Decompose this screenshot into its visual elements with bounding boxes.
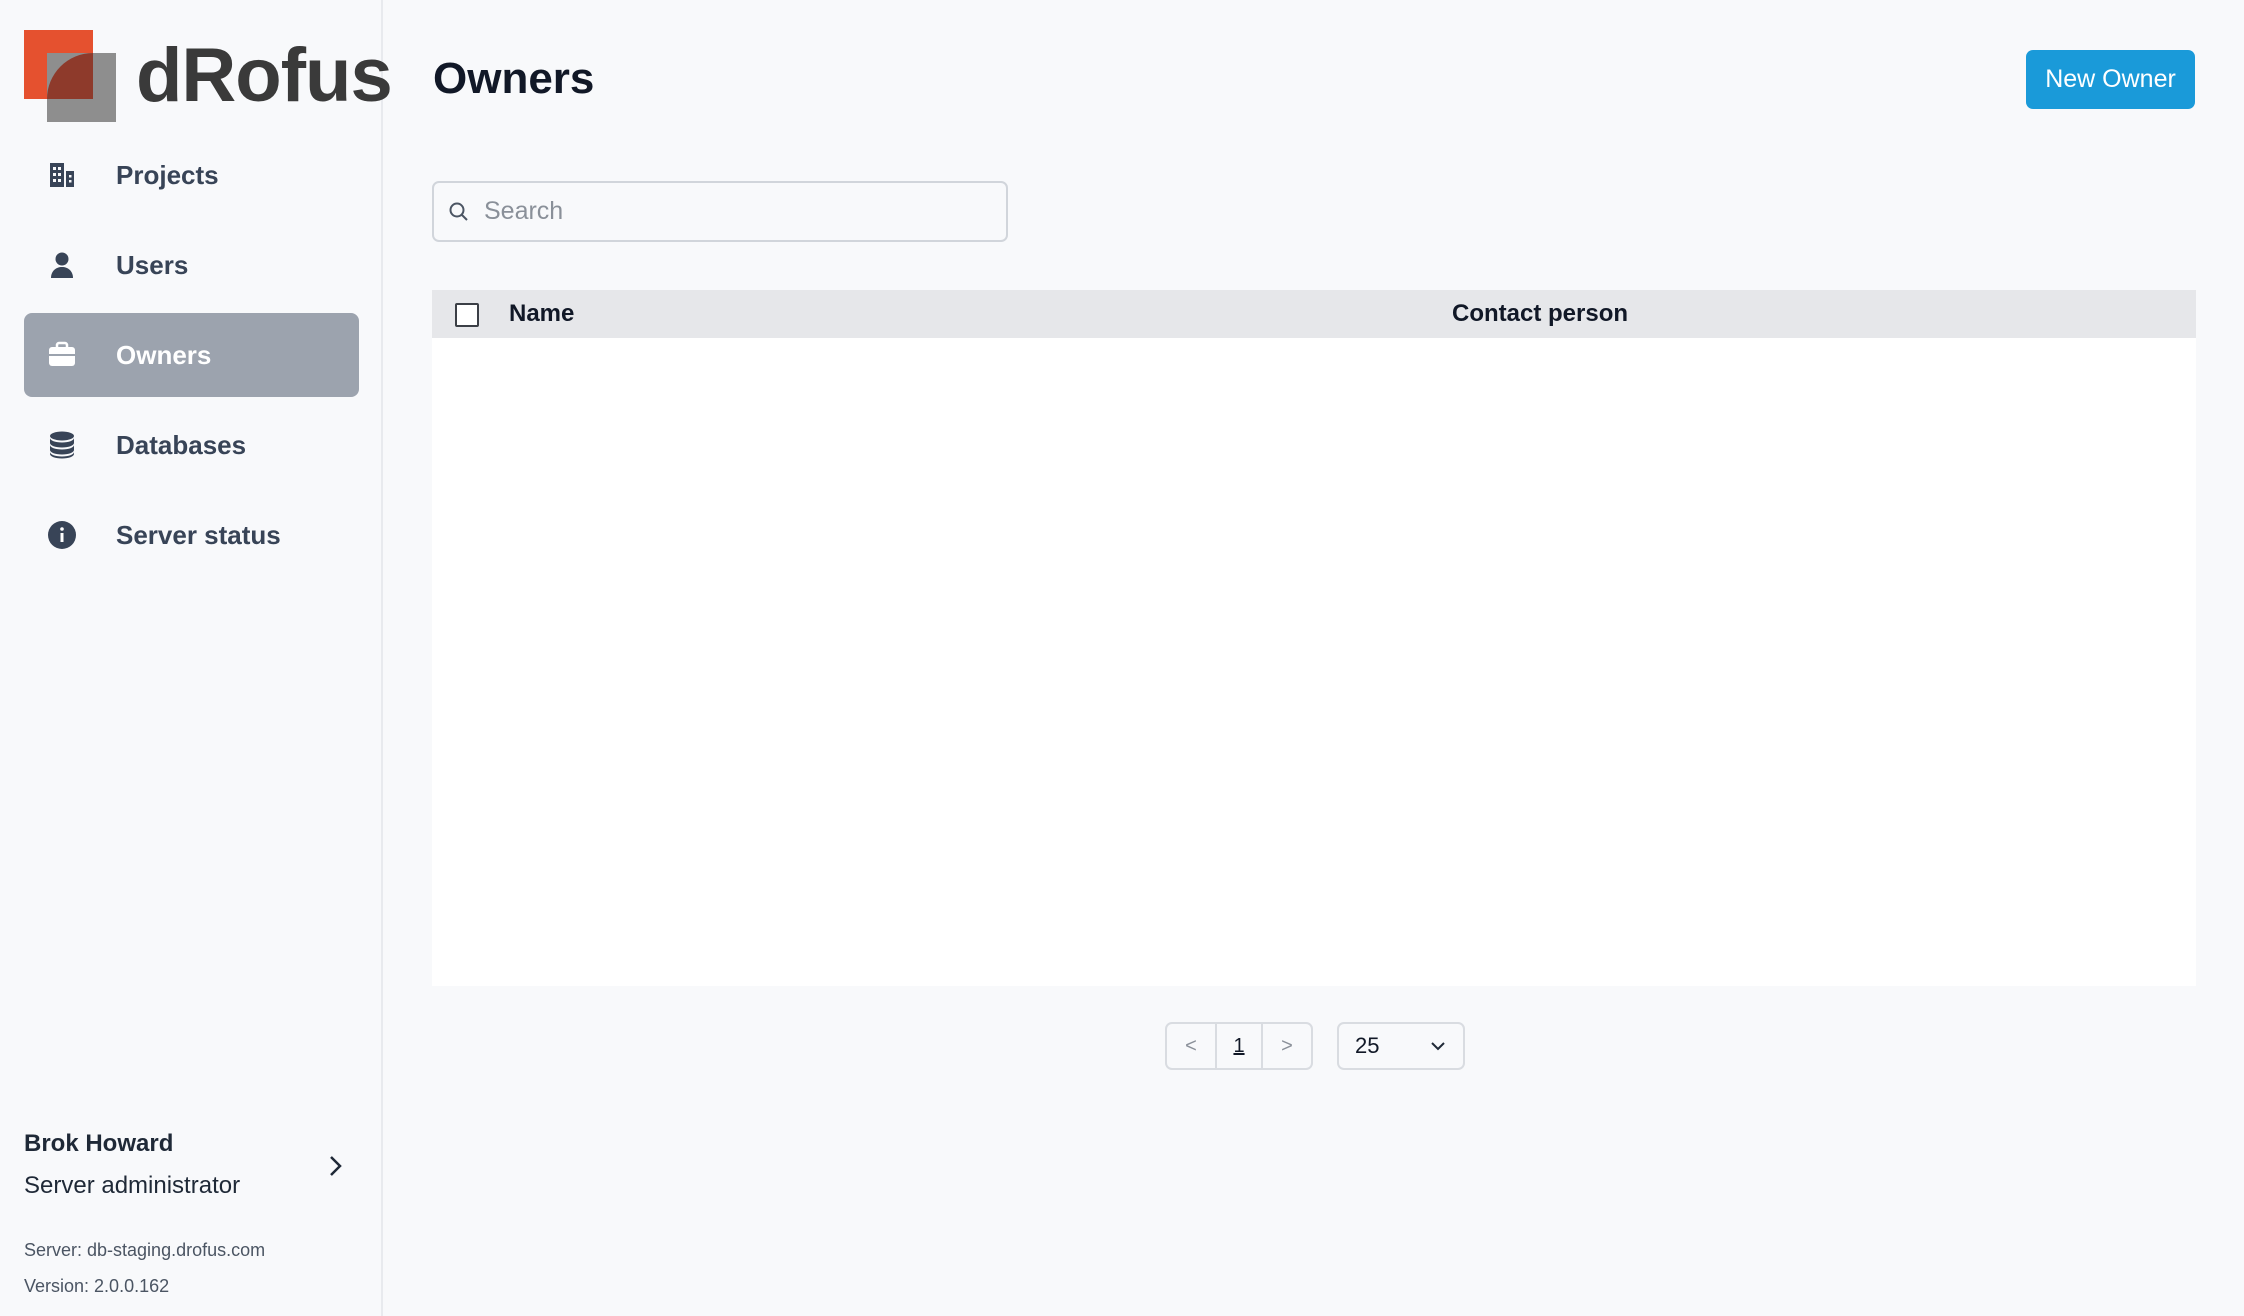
sidebar-item-owners[interactable]: Owners [24,313,359,397]
sidebar-item-server-status[interactable]: Server status [24,493,359,577]
info-icon [44,517,80,553]
column-header-name[interactable]: Name [509,300,574,328]
database-icon [44,427,80,463]
sidebar-item-label: Server status [116,519,281,550]
pager: < 1 > [1165,1022,1313,1070]
sidebar: dRofus Projects Users Owners Databases S… [0,0,393,1316]
sidebar-item-databases[interactable]: Databases [24,403,359,487]
sidebar-item-label: Projects [116,159,219,190]
sidebar-item-projects[interactable]: Projects [24,133,359,217]
chevron-down-icon [1431,1042,1445,1051]
user-role: Server administrator [24,1172,241,1199]
server-name: Server: db-staging.drofus.com [24,1240,266,1260]
per-page-select[interactable]: 25 [1337,1022,1465,1070]
version-label: Version: 2.0.0.162 [24,1276,170,1296]
search-icon [449,202,468,221]
search-input[interactable] [484,197,984,226]
sidebar-item-users[interactable]: Users [24,223,359,307]
brand-name: dRofus [136,32,393,118]
table-header: Name Contact person [432,290,2196,338]
sidebar-item-label: Owners [116,339,212,370]
building-icon [44,157,80,193]
user-name: Brok Howard [24,1130,174,1157]
search-box[interactable] [432,181,1008,242]
logo-mark-icon [24,29,116,122]
briefcase-icon [44,337,80,373]
main-content: Owners New Owner Name Contact person < 1… [383,0,2244,1316]
page-number-button[interactable]: 1 [1215,1024,1263,1068]
server-info: Server: db-staging.drofus.com Version: 2… [24,1232,265,1304]
sidebar-nav: Projects Users Owners Databases Server s… [24,133,359,583]
column-header-contact-person[interactable]: Contact person [1452,300,1628,328]
per-page-value: 25 [1355,1033,1380,1058]
next-page-button[interactable]: > [1263,1024,1311,1068]
select-all-checkbox[interactable] [455,303,479,327]
app-window: dRofus Projects Users Owners Databases S… [0,0,2244,1316]
user-menu[interactable]: Brok Howard Server administrator [24,1130,359,1200]
logo[interactable]: dRofus [24,29,393,122]
new-owner-button[interactable]: New Owner [2026,50,2195,109]
sidebar-item-label: Databases [116,429,247,460]
user-icon [44,247,80,283]
pagination: < 1 > 25 [1165,1022,1465,1070]
prev-page-button[interactable]: < [1167,1024,1215,1068]
chevron-right-icon[interactable] [321,1152,349,1180]
owners-table: Name Contact person [432,290,2196,986]
page-title: Owners [433,54,595,103]
sidebar-item-label: Users [116,249,189,280]
